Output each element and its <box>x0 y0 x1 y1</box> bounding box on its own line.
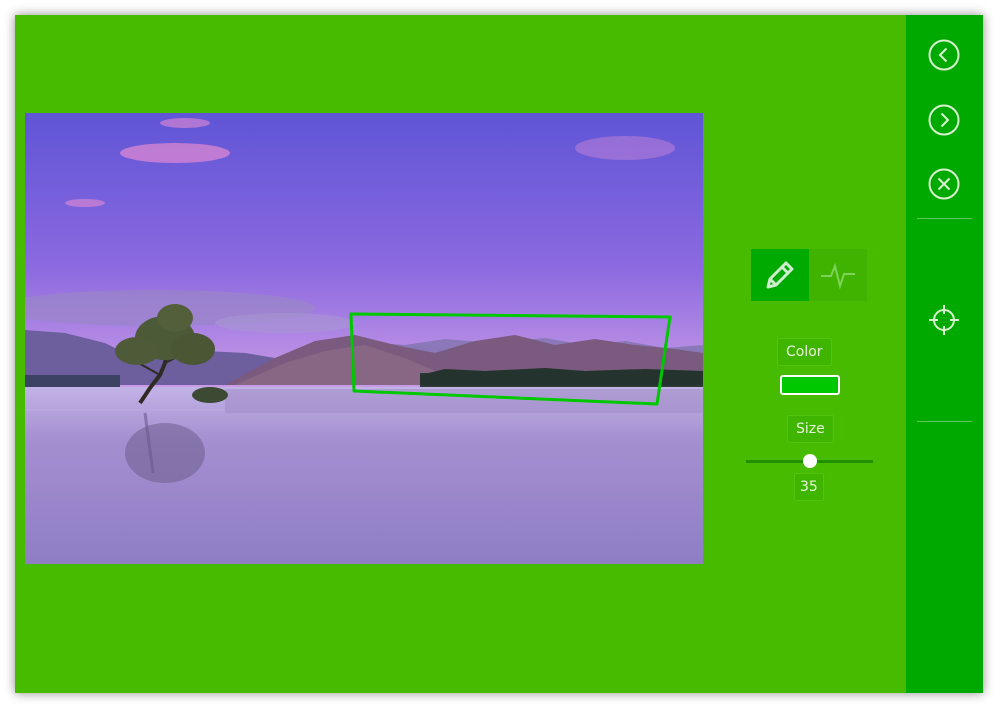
editor-window: Color Size 35 <box>15 15 983 693</box>
forward-button[interactable] <box>928 104 960 136</box>
color-label: Color <box>777 338 832 366</box>
sidebar <box>906 15 983 693</box>
size-label: Size <box>787 415 834 443</box>
pencil-tool-button[interactable] <box>751 249 809 301</box>
sidebar-divider <box>917 218 972 219</box>
close-button[interactable] <box>928 168 960 200</box>
pulse-tool-button[interactable] <box>809 249 867 301</box>
photo-canvas[interactable] <box>25 113 703 564</box>
sidebar-divider <box>917 421 972 422</box>
pulse-icon <box>821 262 855 290</box>
size-slider-thumb[interactable] <box>802 454 817 468</box>
recenter-button[interactable] <box>928 304 960 336</box>
close-circle-icon <box>928 168 960 200</box>
back-button[interactable] <box>928 39 960 71</box>
crosshair-icon <box>929 305 959 335</box>
tool-toggle <box>751 249 867 301</box>
color-swatch[interactable] <box>780 375 840 395</box>
size-slider[interactable] <box>746 454 873 468</box>
chevron-left-icon <box>928 39 960 71</box>
chevron-right-icon <box>928 104 960 136</box>
size-value: 35 <box>794 473 824 501</box>
pencil-icon <box>766 261 794 289</box>
